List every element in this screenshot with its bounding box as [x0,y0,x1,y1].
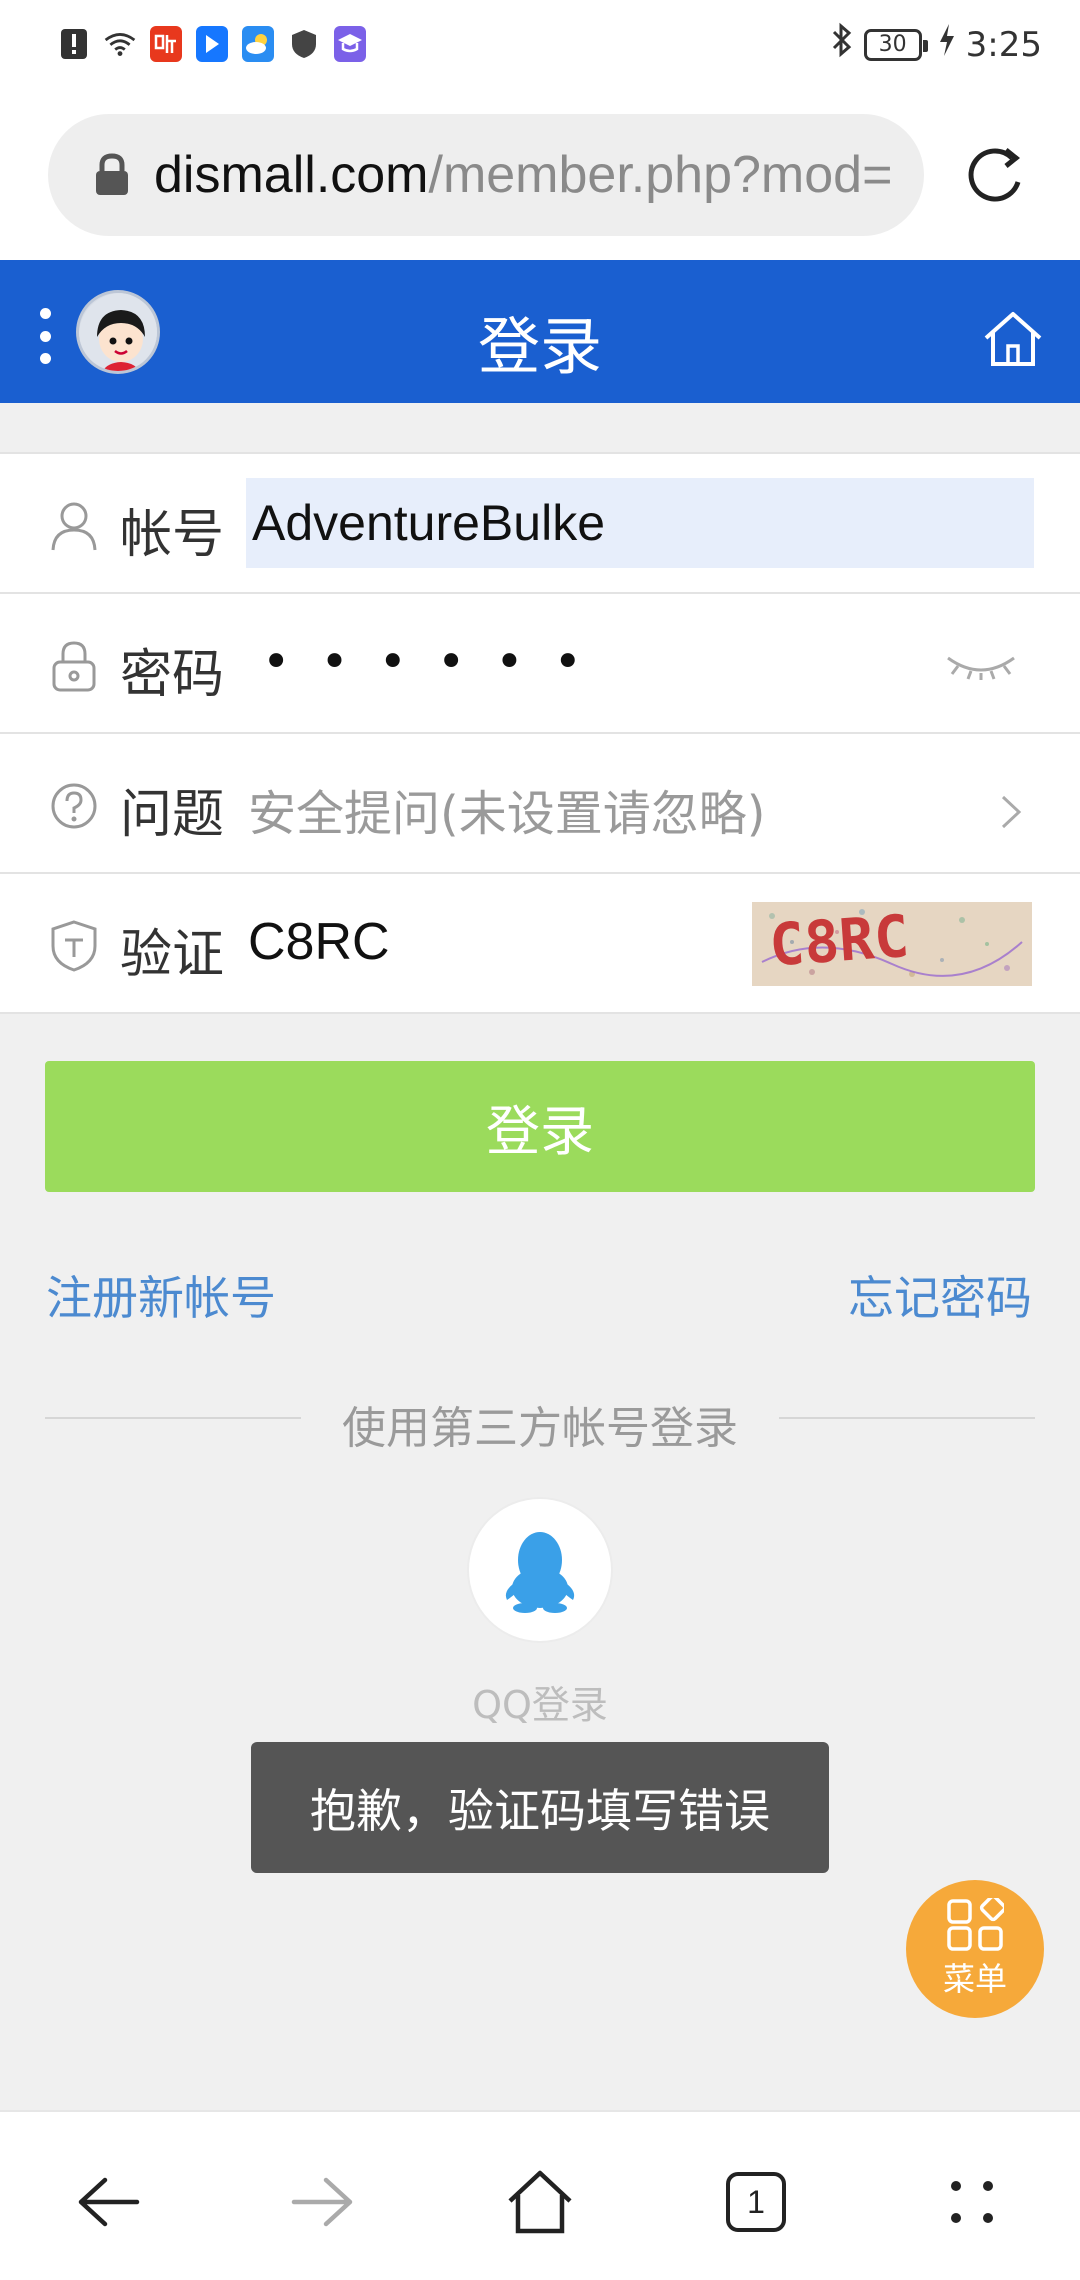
captcha-image[interactable]: C8RC [752,902,1032,986]
tab-count: 1 [747,2183,765,2220]
qq-penguin-icon [505,1532,575,1613]
page-header: 登录 [0,260,1080,403]
forgot-password-link[interactable]: 忘记密码 [848,1262,1032,1328]
home-nav-icon[interactable] [500,2162,580,2242]
tabs-button[interactable]: 1 [716,2162,796,2242]
notification-icons [58,26,366,62]
chevron-right-icon [998,792,1024,832]
grid-menu-icon [947,1898,1004,1951]
menu-fab-label: 菜单 [942,1960,1007,1998]
ting-app-icon [150,26,182,62]
bluetooth-icon [830,22,854,67]
account-label: 帐号 [120,505,225,565]
shield-app-icon [288,26,320,62]
home-icon[interactable] [982,310,1044,368]
account-row: 帐号 AdventureBulke [0,454,1080,594]
register-link[interactable]: 注册新帐号 [46,1262,276,1328]
question-row[interactable]: 问题 安全提问(未设置请忽略) [0,734,1080,874]
password-row: 密码 •••••• [0,594,1080,734]
captcha-row: 验证 C8RC C8RC [0,874,1080,1014]
login-button[interactable]: 登录 [45,1061,1035,1192]
question-label: 问题 [120,785,225,845]
weather-app-icon [242,26,274,62]
tabs-icon: 1 [726,2172,786,2232]
battery-level: 30 [878,32,907,57]
browser-toolbar: dismall.com/member.php?mod=logging&actio… [0,92,1080,260]
third-party-heading: 使用第三方帐号登录 [342,1403,738,1454]
more-options-icon[interactable] [932,2162,1012,2242]
password-label: 密码 [120,645,225,705]
battery-icon: 30 [863,28,928,61]
browser-bottom-nav: 1 [0,2110,1080,2280]
help-circle-icon [50,780,98,832]
captcha-image-text: C8RC [767,902,911,979]
url-host: dismall.com [154,146,429,204]
forward-icon[interactable] [283,2162,363,2242]
qq-login-label: QQ登录 [472,1683,608,1727]
page-title: 登录 [477,310,602,383]
qq-login-button[interactable] [467,1497,613,1643]
user-icon [50,500,98,552]
wifi-icon [104,26,136,62]
eye-closed-icon[interactable] [944,650,1018,680]
security-question-select[interactable]: 安全提问(未设置请忽略) [248,774,765,844]
charging-icon [938,23,956,66]
back-icon[interactable] [68,2162,148,2242]
password-input[interactable]: •••••• [262,634,612,690]
status-bar: 30 3:25 [0,0,1080,92]
account-input[interactable]: AdventureBulke [246,478,1034,568]
login-form: 帐号 AdventureBulke 密码 •••••• 问题 安全提问(未设置请… [0,452,1080,1014]
alert-icon [58,26,90,62]
lock-outline-icon [50,640,98,692]
lock-icon [92,153,132,197]
shield-icon [50,920,98,972]
edu-app-icon [334,26,366,62]
captcha-label: 验证 [120,925,225,985]
menu-fab-button[interactable]: 菜单 [906,1880,1044,2018]
error-toast: 抱歉，验证码填写错误 [251,1742,829,1873]
direct-app-icon [196,26,228,62]
reload-icon[interactable] [960,140,1032,212]
clock: 3:25 [965,24,1042,65]
system-status: 30 3:25 [830,22,1042,67]
address-bar[interactable]: dismall.com/member.php?mod=logging&actio… [48,114,924,236]
url-text[interactable]: dismall.com/member.php?mod=logging&actio… [154,145,894,205]
captcha-input[interactable]: C8RC [248,912,390,972]
url-path: /member.php?mod=logging&action=login [428,146,895,204]
